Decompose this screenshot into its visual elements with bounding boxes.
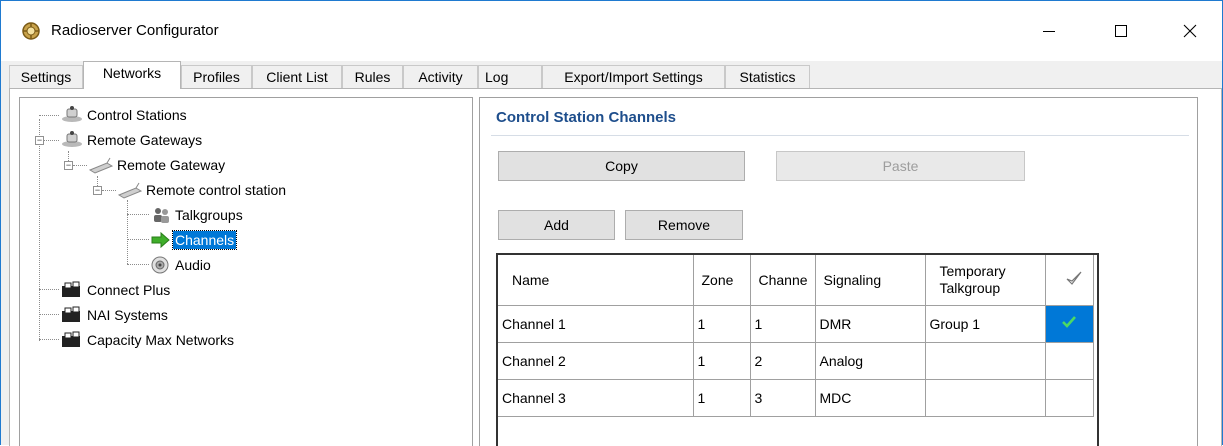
tree-line [127,239,149,240]
table-row[interactable]: Channel 3 1 3 MDC [498,379,1094,417]
tree-item-label: Remote Gateway [117,157,226,173]
table-row[interactable]: Channel 1 1 1 DMR Group 1 [498,305,1094,343]
channels-grid: Name Zone Channe Signaling Temporary Tal… [496,253,1099,446]
collapse-toggle-remote-gateway[interactable]: − [64,161,73,170]
arrow-right-icon [151,231,170,249]
column-header-signaling[interactable]: Signaling [815,255,926,306]
cell-signaling[interactable]: DMR [815,305,926,343]
tab-activity[interactable]: Activity [403,65,478,88]
table-row[interactable]: Channel 2 1 2 Analog [498,342,1094,380]
cell-talkgroup[interactable]: Group 1 [925,305,1046,343]
tree-item-connect-plus[interactable]: Connect Plus [59,279,172,301]
checkmark-outline-icon [1066,271,1082,286]
checkmark-icon [1062,316,1076,328]
tree-item-label: Audio [175,257,211,273]
cell-talkgroup[interactable] [925,379,1046,417]
talkgroups-icon [154,208,169,223]
tree-item-label: Talkgroups [175,207,243,223]
tree-line [39,289,59,290]
control-station-icon [117,182,143,199]
tree-item-remote-gateways[interactable]: Remote Gateways [59,129,204,151]
collapse-toggle-remote-control-station[interactable]: − [93,186,102,195]
tree-item-label: Remote control station [146,182,287,198]
tab-statistics[interactable]: Statistics [725,65,810,88]
window-title: Radioserver Configurator [51,22,219,39]
tab-export-import-settings[interactable]: Export/Import Settings [542,65,725,88]
tree-line [39,115,59,116]
cell-talkgroup[interactable] [925,342,1046,380]
tree-item-talkgroups[interactable]: Talkgroups [149,204,245,226]
tree-item-audio[interactable]: Audio [149,254,213,276]
cell-enabled[interactable] [1045,379,1094,417]
app-logo-icon [22,22,40,40]
maximize-icon[interactable] [1109,19,1133,43]
network-icon [62,331,80,347]
tab-log[interactable]: Log [478,65,542,88]
close-icon[interactable] [1178,19,1202,43]
panel-title: Control Station Channels [496,109,676,126]
tree-line [127,264,149,265]
paste-button[interactable]: Paste [776,151,1025,181]
cell-enabled[interactable] [1045,342,1094,380]
tree-item-label: Remote Gateways [87,132,203,148]
cell-zone[interactable]: 1 [693,379,751,417]
tree-item-label: Capacity Max Networks [87,332,235,348]
tree-line [73,165,87,166]
tree-item-nai-systems[interactable]: NAI Systems [59,304,170,326]
tree-item-remote-gateway[interactable]: Remote Gateway [87,154,227,176]
speaker-icon [151,256,169,274]
column-header-name[interactable]: Name [498,255,694,306]
add-button[interactable]: Add [498,210,615,240]
tree-item-channels[interactable]: Channels [149,229,238,251]
cell-channel[interactable]: 2 [750,342,816,380]
grid-header-row: Name Zone Channe Signaling Temporary Tal… [498,255,1094,306]
app-window: Radioserver Configurator Settings Networ… [0,0,1223,446]
tree-item-capacity-max-networks[interactable]: Capacity Max Networks [59,329,236,351]
remove-button[interactable]: Remove [625,210,743,240]
tree-line [102,190,116,191]
tab-client-list[interactable]: Client List [252,65,342,88]
tree-item-label: Connect Plus [87,282,171,298]
tree-item-control-stations[interactable]: Control Stations [59,104,189,126]
tree-line [39,314,59,315]
gateway-icon [88,157,114,174]
network-icon [62,281,80,297]
collapse-toggle-remote-gateways[interactable]: − [35,136,44,145]
control-stations-icon [62,106,82,122]
title-bar: Radioserver Configurator [1,1,1222,61]
tree-item-label: NAI Systems [87,307,168,323]
cell-signaling[interactable]: Analog [815,342,926,380]
tab-rules[interactable]: Rules [342,65,403,88]
tree-item-label: Channels [171,230,238,250]
panel-separator [491,135,1189,136]
cell-name[interactable]: Channel 3 [498,379,694,417]
tree-line [43,140,59,141]
cell-zone[interactable]: 1 [693,342,751,380]
cell-name[interactable]: Channel 2 [498,342,694,380]
copy-button[interactable]: Copy [498,151,745,181]
minimize-icon[interactable] [1037,19,1061,43]
tree-item-label: Control Stations [87,107,187,123]
cell-channel[interactable]: 1 [750,305,816,343]
network-icon [62,306,80,322]
column-header-zone[interactable]: Zone [693,255,751,306]
tree-line [39,339,59,340]
cell-enabled[interactable] [1045,305,1094,343]
tree-line [127,200,128,264]
cell-channel[interactable]: 3 [750,379,816,417]
tree-line [127,214,149,215]
cell-name[interactable]: Channel 1 [498,305,694,343]
tree-item-remote-control-station[interactable]: Remote control station [116,179,288,201]
tab-settings[interactable]: Settings [9,65,83,88]
column-header-enabled[interactable] [1045,255,1094,306]
tab-networks[interactable]: Networks [83,61,181,89]
column-header-temporary-talkgroup[interactable]: Temporary Talkgroup [925,255,1046,306]
tree-line [39,119,40,341]
remote-gateways-icon [62,131,82,147]
cell-zone[interactable]: 1 [693,305,751,343]
column-header-channel[interactable]: Channe [750,255,816,306]
tab-profiles[interactable]: Profiles [181,65,252,88]
cell-signaling[interactable]: MDC [815,379,926,417]
